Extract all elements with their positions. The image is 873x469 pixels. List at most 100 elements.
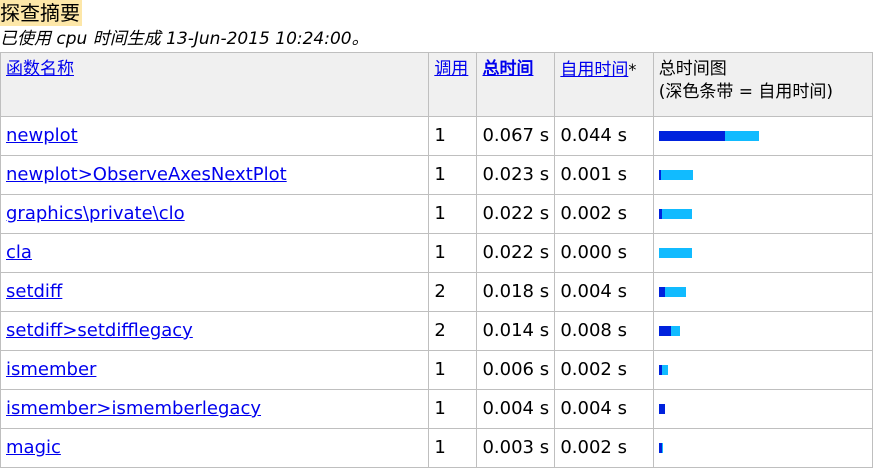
function-name-link[interactable]: ismember>ismemberlegacy <box>6 398 261 419</box>
table-header-row: 函数名称 调用 总时间 自用时间* 总时间图 (深色条带 = 自用时间) <box>0 52 873 117</box>
sort-by-function-name-link[interactable]: 函数名称 <box>6 59 74 79</box>
page-title: 探查摘要 <box>0 0 82 26</box>
self-time-bar <box>658 365 662 375</box>
calls-cell: 1 <box>428 428 478 468</box>
function-name-link[interactable]: setdiff <box>6 281 62 302</box>
time-plot-cell <box>652 428 873 468</box>
self-time-cell: 0.044 s <box>554 116 654 156</box>
calls-cell: 1 <box>428 389 478 429</box>
header-total-time-plot: 总时间图 (深色条带 = 自用时间) <box>652 52 873 117</box>
time-plot-cell <box>652 272 873 312</box>
header-calls: 调用 <box>428 52 478 117</box>
header-function-name: 函数名称 <box>0 52 430 117</box>
function-name-cell: graphics\private\clo <box>0 194 430 234</box>
header-plot-label: 总时间图 <box>658 59 727 79</box>
sort-by-total-time-link[interactable]: 总时间 <box>482 59 533 79</box>
table-row: newplot 1 0.067 s 0.044 s <box>0 116 873 156</box>
time-bar <box>658 365 668 375</box>
total-time-cell: 0.018 s <box>476 272 556 312</box>
title-wrap: 探查摘要 <box>0 0 82 26</box>
time-bar <box>658 404 665 414</box>
self-time-bar <box>658 404 665 414</box>
table-row: setdiff 2 0.018 s 0.004 s <box>0 272 873 312</box>
function-name-cell: newplot <box>0 116 430 156</box>
time-bar <box>658 131 759 141</box>
table-row: magic 1 0.003 s 0.002 s <box>0 428 873 468</box>
calls-cell: 1 <box>428 233 478 273</box>
time-bar <box>658 443 663 453</box>
self-time-bar <box>658 326 671 336</box>
time-bar <box>658 170 693 180</box>
sort-by-self-time-link[interactable]: 自用时间 <box>560 60 628 80</box>
total-time-bar <box>658 209 692 219</box>
function-name-cell: setdiff <box>0 272 430 312</box>
function-name-link[interactable]: cla <box>6 242 32 263</box>
calls-cell: 1 <box>428 194 478 234</box>
total-time-cell: 0.006 s <box>476 350 556 390</box>
total-time-cell: 0.022 s <box>476 233 556 273</box>
time-plot-cell <box>652 311 873 351</box>
self-time-bar <box>658 209 662 219</box>
total-time-cell: 0.067 s <box>476 116 556 156</box>
total-time-cell: 0.022 s <box>476 194 556 234</box>
self-time-cell: 0.002 s <box>554 194 654 234</box>
header-plot-legend: (深色条带 = 自用时间) <box>658 82 834 102</box>
self-time-cell: 0.000 s <box>554 233 654 273</box>
total-time-bar <box>658 248 692 258</box>
time-bar <box>658 248 692 258</box>
total-time-cell: 0.003 s <box>476 428 556 468</box>
function-name-cell: magic <box>0 428 430 468</box>
function-name-cell: setdiff>setdifflegacy <box>0 311 430 351</box>
function-name-cell: ismember>ismemberlegacy <box>0 389 430 429</box>
function-name-cell: newplot>ObserveAxesNextPlot <box>0 155 430 195</box>
function-name-cell: ismember <box>0 350 430 390</box>
total-time-cell: 0.023 s <box>476 155 556 195</box>
self-time-cell: 0.004 s <box>554 272 654 312</box>
self-time-cell: 0.002 s <box>554 350 654 390</box>
total-time-cell: 0.004 s <box>476 389 556 429</box>
header-self-time: 自用时间* <box>554 52 654 117</box>
table-row: ismember 1 0.006 s 0.002 s <box>0 350 873 390</box>
table-body: newplot 1 0.067 s 0.044 s newplot>ObserveAxe… <box>0 116 873 468</box>
header-total-time: 总时间 <box>476 52 556 117</box>
time-plot-cell <box>652 350 873 390</box>
time-bar <box>658 326 680 336</box>
time-plot-cell <box>652 233 873 273</box>
calls-cell: 1 <box>428 155 478 195</box>
time-bar <box>658 209 692 219</box>
time-bar <box>658 287 686 297</box>
self-time-bar <box>658 443 662 453</box>
time-plot-cell <box>652 155 873 195</box>
table-row: ismember>ismemberlegacy 1 0.004 s 0.004 s <box>0 389 873 429</box>
calls-cell: 1 <box>428 116 478 156</box>
table-row: graphics\private\clo 1 0.022 s 0.002 s <box>0 194 873 234</box>
self-time-cell: 0.008 s <box>554 311 654 351</box>
summary-text: 已使用 cpu 时间生成 13-Jun-2015 10:24:00。 <box>0 29 369 49</box>
self-time-cell: 0.004 s <box>554 389 654 429</box>
profile-summary-table: 函数名称 调用 总时间 自用时间* 总时间图 (深色条带 = 自用时间) new… <box>0 52 873 468</box>
self-time-bar <box>658 287 665 297</box>
time-plot-cell <box>652 116 873 156</box>
total-time-bar <box>658 170 693 180</box>
table-row: setdiff>setdifflegacy 2 0.014 s 0.008 s <box>0 311 873 351</box>
sort-by-calls-link[interactable]: 调用 <box>434 59 468 79</box>
function-name-link[interactable]: newplot>ObserveAxesNextPlot <box>6 164 287 185</box>
function-name-cell: cla <box>0 233 430 273</box>
function-name-link[interactable]: ismember <box>6 359 96 380</box>
table-row: newplot>ObserveAxesNextPlot 1 0.023 s 0.001… <box>0 155 873 195</box>
table-row: cla 1 0.022 s 0.000 s <box>0 233 873 273</box>
function-name-link[interactable]: graphics\private\clo <box>6 203 185 224</box>
function-name-link[interactable]: magic <box>6 437 61 458</box>
self-time-bar <box>658 170 661 180</box>
self-time-bar <box>658 131 725 141</box>
calls-cell: 2 <box>428 311 478 351</box>
total-time-cell: 0.014 s <box>476 311 556 351</box>
function-name-link[interactable]: setdiff>setdifflegacy <box>6 320 193 341</box>
calls-cell: 2 <box>428 272 478 312</box>
time-plot-cell <box>652 194 873 234</box>
self-time-cell: 0.002 s <box>554 428 654 468</box>
self-time-cell: 0.001 s <box>554 155 654 195</box>
function-name-link[interactable]: newplot <box>6 125 78 146</box>
calls-cell: 1 <box>428 350 478 390</box>
time-plot-cell <box>652 389 873 429</box>
